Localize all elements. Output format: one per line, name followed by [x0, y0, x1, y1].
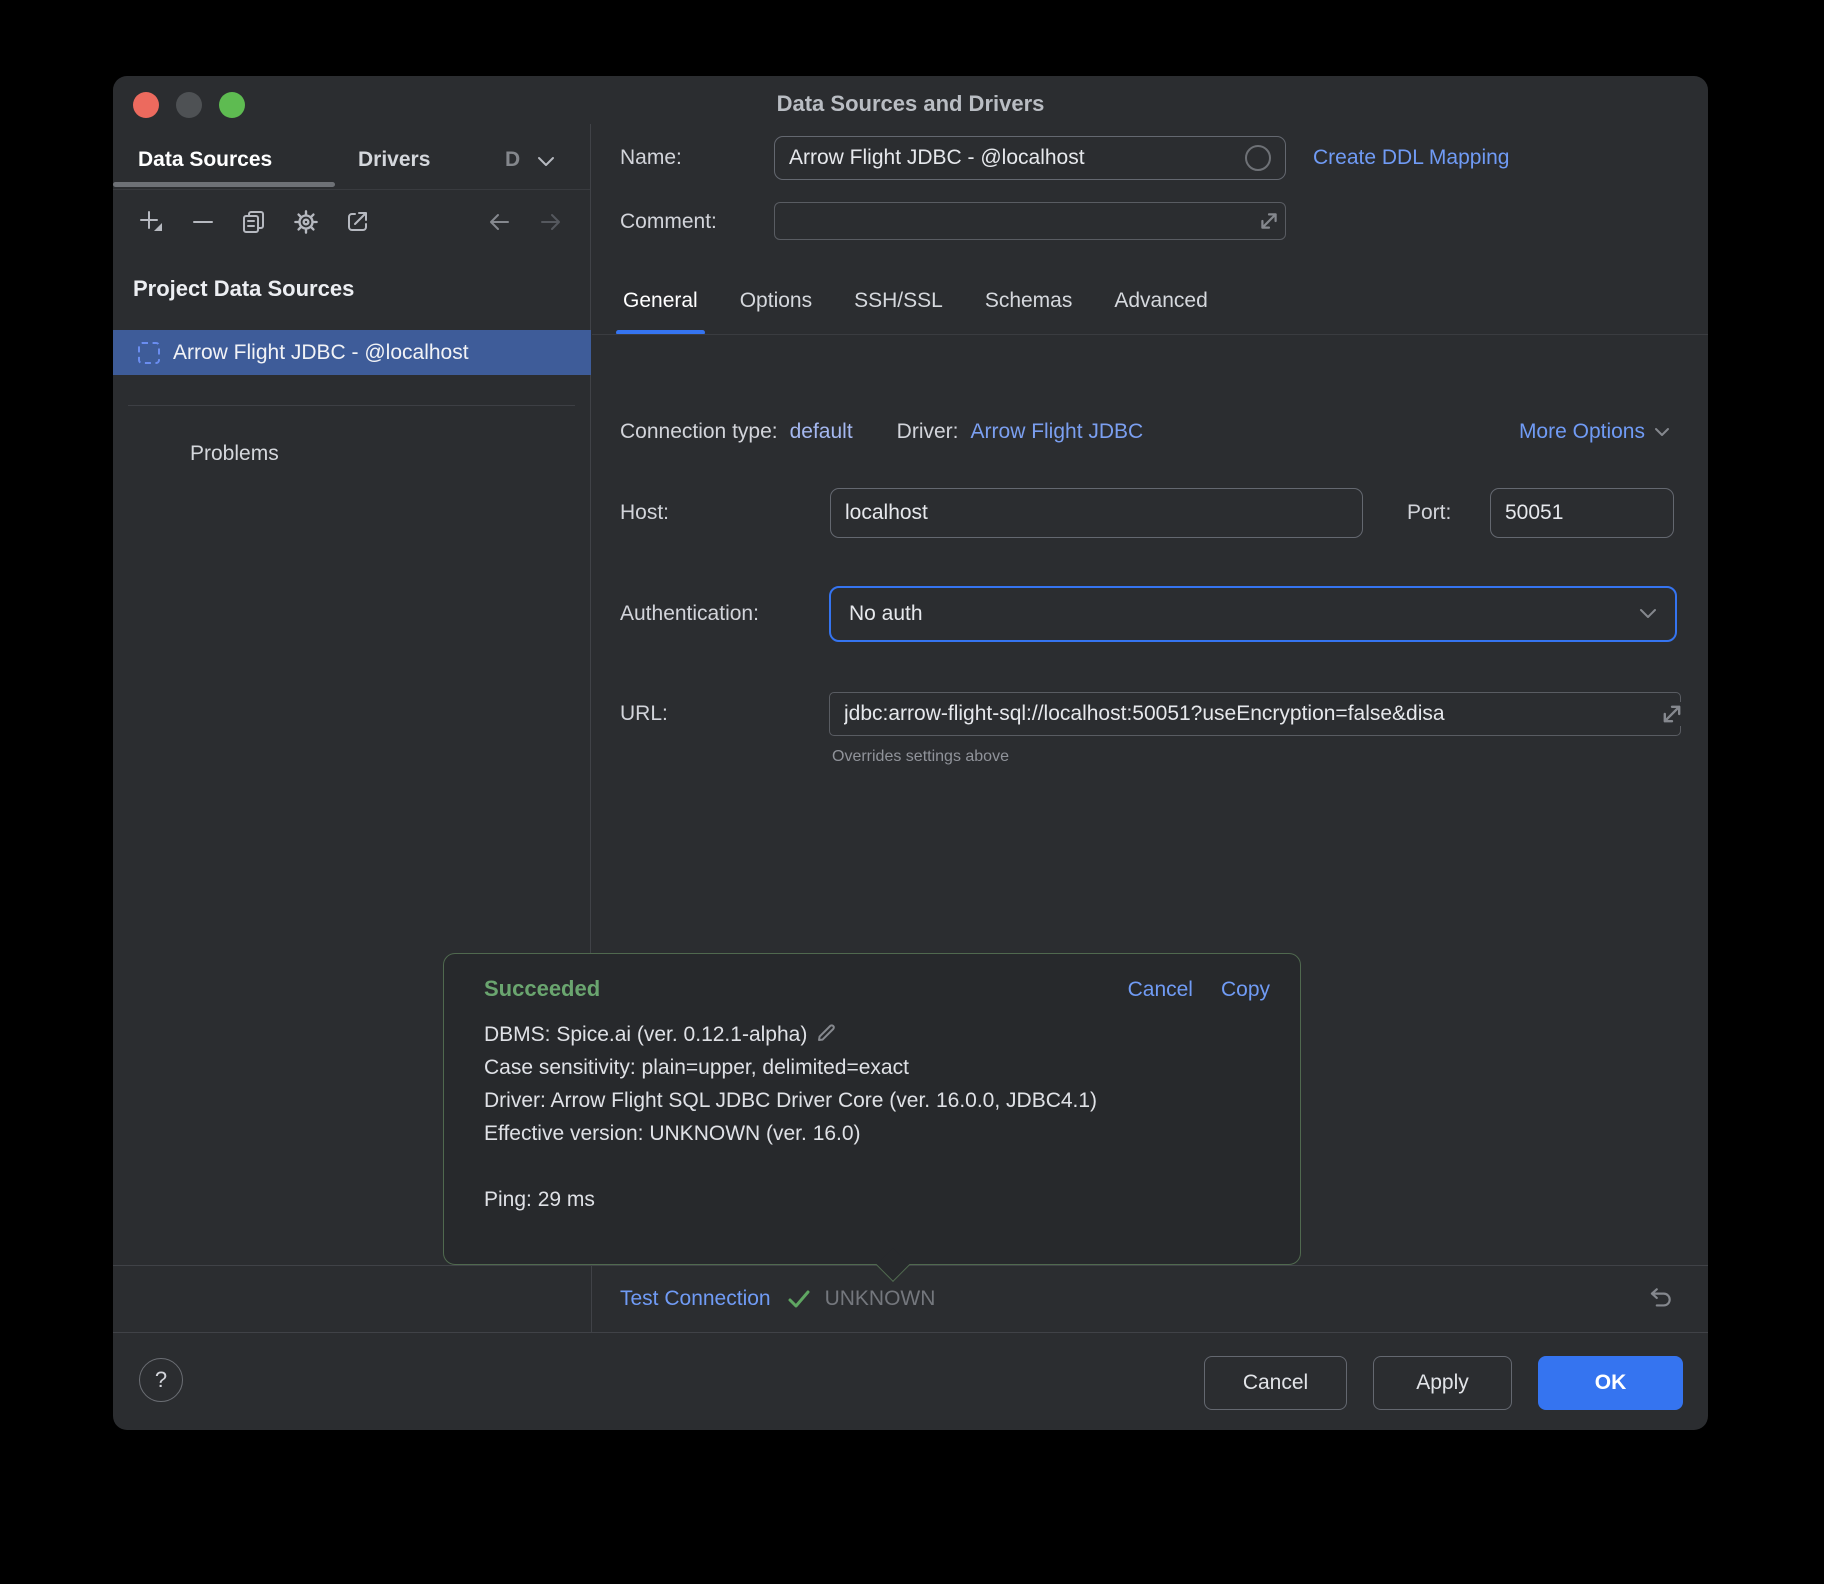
driver-label: Driver:: [897, 420, 959, 444]
form-tabs: General Options SSH/SSL Schemas Advanced: [620, 284, 1211, 335]
tab-options[interactable]: Options: [737, 284, 815, 335]
driver-line: Driver: Arrow Flight SQL JDBC Driver Cor…: [484, 1084, 1270, 1117]
driver-value-link[interactable]: Arrow Flight JDBC: [971, 420, 1144, 444]
effective-version-line: Effective version: UNKNOWN (ver. 16.0): [484, 1117, 1270, 1150]
titlebar: Data Sources and Drivers: [113, 76, 1708, 124]
popup-cancel-link[interactable]: Cancel: [1128, 978, 1193, 1002]
connection-type-label: Connection type:: [620, 420, 778, 444]
dbms-line: DBMS: Spice.ai (ver. 0.12.1-alpha): [484, 1018, 1270, 1051]
more-options-label: More Options: [1519, 420, 1645, 444]
popup-copy-link[interactable]: Copy: [1221, 978, 1270, 1002]
popup-header: Succeeded Cancel Copy: [484, 976, 1270, 1002]
datasource-name: Arrow Flight JDBC - @localhost: [173, 341, 469, 365]
gear-icon[interactable]: [293, 209, 319, 235]
expand-comment-icon[interactable]: [1258, 210, 1280, 232]
port-input[interactable]: [1490, 488, 1674, 538]
apply-button[interactable]: Apply: [1373, 1356, 1512, 1410]
case-sensitivity-line: Case sensitivity: plain=upper, delimited…: [484, 1051, 1270, 1084]
tab-general[interactable]: General: [620, 284, 701, 335]
help-button[interactable]: ?: [139, 1358, 183, 1402]
back-arrow-icon[interactable]: [486, 209, 512, 235]
edit-pencil-icon[interactable]: [815, 1020, 839, 1044]
connection-type-row: Connection type: default Driver: Arrow F…: [620, 414, 1670, 450]
tab-ssh-ssl[interactable]: SSH/SSL: [851, 284, 946, 335]
selected-tab-indicator: [113, 182, 335, 187]
tab-data-sources[interactable]: Data Sources: [138, 148, 272, 172]
data-sources-dialog: Data Sources and Drivers Data Sources Dr…: [113, 76, 1708, 1430]
comment-input[interactable]: [774, 202, 1286, 240]
test-connection-result-popup: Succeeded Cancel Copy DBMS: Spice.ai (ve…: [443, 953, 1301, 1265]
tab-advanced[interactable]: Advanced: [1111, 284, 1210, 335]
host-input[interactable]: [830, 488, 1363, 538]
ping-line: Ping: 29 ms: [484, 1183, 1270, 1216]
panel-divider: [591, 1266, 592, 1332]
test-connection-bar: Test Connection UNKNOWN: [113, 1265, 1708, 1333]
authentication-select[interactable]: No auth: [829, 586, 1677, 642]
success-check-icon: [787, 1288, 811, 1310]
expand-url-icon[interactable]: [1660, 702, 1684, 726]
url-note: Overrides settings above: [832, 748, 1009, 766]
tab-schemas[interactable]: Schemas: [982, 284, 1076, 335]
open-in-new-window-icon[interactable]: [345, 209, 371, 235]
more-options-link[interactable]: More Options: [1519, 420, 1670, 444]
url-label: URL:: [620, 702, 668, 726]
name-input[interactable]: [774, 136, 1286, 180]
ok-button[interactable]: OK: [1538, 1356, 1683, 1410]
tab-drivers[interactable]: Drivers: [358, 148, 430, 172]
host-label: Host:: [620, 501, 669, 525]
sidebar-toolbar: [113, 190, 590, 260]
sidebar-tabs: Data Sources Drivers D: [113, 124, 590, 190]
name-progress-ring-icon: [1244, 144, 1272, 172]
project-data-sources-header: Project Data Sources: [133, 276, 354, 302]
status-succeeded: Succeeded: [484, 976, 600, 1002]
undo-icon[interactable]: [1646, 1286, 1674, 1312]
name-label: Name:: [620, 146, 682, 170]
remove-data-source-icon[interactable]: [190, 209, 216, 235]
tabs-divider: [592, 334, 1708, 335]
tab-ddl-truncated[interactable]: D: [505, 148, 525, 172]
test-connection-link[interactable]: Test Connection: [620, 1287, 771, 1311]
authentication-value: No auth: [849, 602, 923, 626]
forward-arrow-icon[interactable]: [538, 209, 564, 235]
authentication-label: Authentication:: [620, 602, 759, 626]
connection-status-text: UNKNOWN: [825, 1287, 936, 1311]
problems-section[interactable]: Problems: [190, 442, 279, 466]
popup-details: DBMS: Spice.ai (ver. 0.12.1-alpha) Case …: [484, 1018, 1270, 1216]
comment-label: Comment:: [620, 210, 717, 234]
connection-type-value-link[interactable]: default: [790, 420, 853, 444]
cancel-button[interactable]: Cancel: [1204, 1356, 1347, 1410]
add-data-source-icon[interactable]: [138, 209, 164, 235]
duplicate-icon[interactable]: [241, 209, 267, 235]
datasource-tree-item-selected[interactable]: Arrow Flight JDBC - @localhost: [113, 330, 591, 375]
port-label: Port:: [1407, 501, 1451, 525]
chevron-down-icon: [1639, 608, 1657, 620]
url-input[interactable]: [829, 692, 1681, 736]
arrow-flight-driver-icon: [138, 342, 160, 364]
dialog-footer: ? Cancel Apply OK: [113, 1334, 1708, 1430]
create-ddl-mapping-link[interactable]: Create DDL Mapping: [1313, 146, 1510, 170]
sidebar-divider: [128, 405, 575, 406]
chevron-down-icon[interactable]: [537, 156, 555, 168]
